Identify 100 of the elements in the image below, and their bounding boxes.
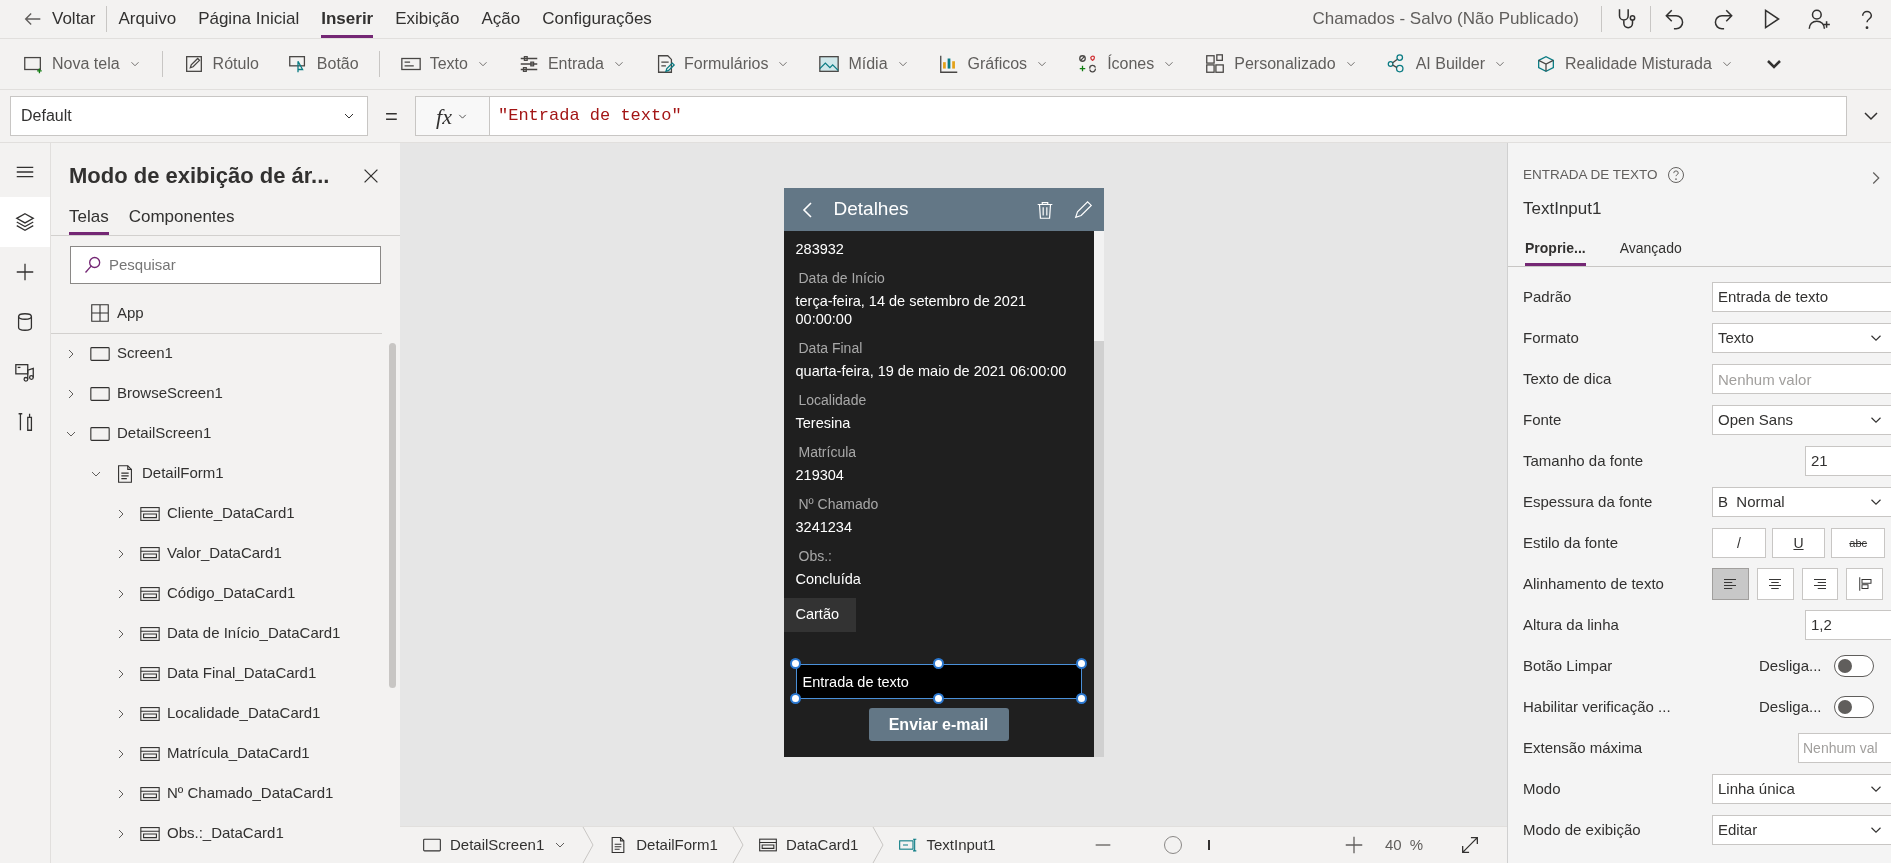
ribbon-button[interactable]: Personalizado: [1204, 52, 1358, 76]
app-icon: [89, 302, 111, 324]
function-button[interactable]: fx: [415, 96, 490, 136]
selection-handle[interactable]: [789, 658, 801, 669]
tree-item[interactable]: Código_DataCard1: [167, 582, 296, 605]
property-label: Extensão máxima: [1522, 737, 1644, 758]
field-label: Data de Início: [798, 269, 886, 287]
send-email-button[interactable]: Enviar e-mail: [868, 708, 1009, 741]
dropdown[interactable]: Editar: [1712, 815, 1891, 845]
ribbon-button[interactable]: Realidade Misturada: [1535, 52, 1734, 76]
panel-tab[interactable]: Proprie...: [1525, 237, 1586, 266]
tree-item[interactable]: Data Final_DataCard1: [167, 662, 317, 685]
toggle-switch[interactable]: [1833, 655, 1874, 677]
text-field[interactable]: Nenhum valor: [1712, 364, 1891, 394]
field-value: 3241234: [795, 518, 853, 536]
breadcrumb-item[interactable]: TextInput1: [898, 833, 996, 857]
align-button[interactable]: [1846, 568, 1883, 600]
property-label: Estilo da fonte: [1522, 532, 1620, 553]
control-name: TextInput1: [1522, 198, 1603, 220]
dropdown[interactable]: Linha única: [1712, 774, 1891, 804]
fit-to-window-icon[interactable]: [1459, 834, 1481, 856]
ribbon-button[interactable]: Botão: [286, 52, 359, 76]
ribbon-button[interactable]: Entrada: [517, 52, 626, 76]
tree-item[interactable]: Nº Chamado_DataCard1: [167, 782, 334, 805]
panel-tab[interactable]: Componentes: [128, 204, 235, 235]
breadcrumb-item[interactable]: DetailForm1: [608, 833, 718, 857]
zoom-value: 40: [1384, 834, 1402, 855]
panel-tab[interactable]: Telas: [69, 204, 109, 235]
equals-sign: =: [384, 102, 399, 131]
font-style-button[interactable]: /: [1712, 528, 1766, 558]
selection-handle[interactable]: [1075, 658, 1087, 669]
ribbon-button[interactable]: Formulários: [653, 52, 791, 76]
menu-tab[interactable]: Ação: [481, 0, 521, 38]
selection-handle[interactable]: [932, 693, 944, 704]
dropdown[interactable]: B Normal: [1712, 487, 1891, 517]
media-icon: [14, 361, 36, 383]
number-field[interactable]: 1,2: [1805, 610, 1891, 640]
field-label: Obs.:: [798, 547, 833, 565]
menu-tab[interactable]: Página Inicial: [198, 0, 300, 38]
slider-thumb[interactable]: [1164, 836, 1183, 854]
panel-title: Modo de exibição de ár...: [69, 162, 330, 190]
tree-item[interactable]: Obs.:_DataCard1: [167, 822, 284, 845]
toggle-switch[interactable]: [1833, 696, 1874, 718]
screen-title: Detalhes: [833, 197, 910, 222]
selection-handle[interactable]: [932, 658, 944, 669]
field-label: Localidade: [798, 391, 868, 409]
number-field[interactable]: 21: [1805, 446, 1891, 476]
control-type: ENTRADA DE TEXTO: [1523, 165, 1658, 184]
tree-item[interactable]: Matrícula_DataCard1: [167, 742, 310, 765]
layers-icon: [14, 211, 36, 233]
property-label: Fonte: [1522, 409, 1563, 430]
ribbon-button[interactable]: Ícones: [1077, 52, 1177, 76]
tree-item[interactable]: App: [117, 301, 144, 325]
font-style-button[interactable]: abc: [1831, 528, 1885, 558]
menu-tab[interactable]: Configurações: [542, 0, 652, 38]
toggle-state: Desliga...: [1759, 655, 1822, 676]
tree-item[interactable]: DetailForm1: [142, 462, 224, 485]
tree-item[interactable]: Screen1: [117, 342, 173, 365]
selection-handle[interactable]: [1075, 693, 1087, 704]
rail-button[interactable]: [0, 197, 50, 247]
tick-mark: [1207, 840, 1210, 850]
field-value: 283932: [795, 240, 845, 258]
font-style-button[interactable]: U: [1771, 528, 1826, 558]
ribbon-button[interactable]: Mídia: [818, 52, 910, 76]
tree-item[interactable]: Data de Início_DataCard1: [167, 622, 341, 645]
breadcrumb-item[interactable]: DataCard1: [757, 833, 859, 857]
menu-tab[interactable]: Arquivo: [118, 0, 177, 38]
tree-item[interactable]: Localidade_DataCard1: [167, 702, 321, 725]
ribbon-button[interactable]: Gráficos: [937, 52, 1050, 76]
help-icon[interactable]: [1666, 166, 1685, 184]
text-field[interactable]: Nenhum val: [1798, 733, 1891, 763]
tree-item[interactable]: DetailScreen1: [117, 422, 212, 445]
text-field[interactable]: Entrada de texto: [1712, 282, 1891, 312]
tree-item[interactable]: BrowseScreen1: [117, 382, 223, 405]
ribbon-button[interactable]: Rótulo: [182, 52, 259, 76]
formula-field[interactable]: "Entrada de texto": [490, 96, 1847, 136]
property-label: Modo: [1522, 778, 1562, 799]
scrollbar[interactable]: [389, 343, 396, 688]
panel-tab[interactable]: Avançado: [1619, 237, 1682, 266]
back-button[interactable]: Voltar: [22, 0, 96, 38]
search-field[interactable]: Pesquisar: [70, 245, 381, 284]
property-label: Tamanho da fonte: [1522, 450, 1645, 471]
tree-item[interactable]: Valor_DataCard1: [167, 542, 282, 565]
dropdown[interactable]: Texto: [1712, 323, 1891, 353]
tree-item[interactable]: Cliente_DataCard1: [167, 502, 295, 525]
menu-tab[interactable]: Exibição: [395, 0, 460, 38]
breadcrumb-item[interactable]: DetailScreen1: [422, 833, 569, 857]
text-input[interactable]: Entrada de texto: [795, 664, 1082, 699]
menu-tab[interactable]: Inserir: [321, 0, 374, 38]
selection-handle[interactable]: [789, 693, 801, 704]
scrollbar[interactable]: [1093, 231, 1104, 757]
field-label: Matrícula: [798, 443, 858, 461]
dropdown[interactable]: Open Sans: [1712, 405, 1891, 435]
align-button[interactable]: [1801, 568, 1839, 600]
ribbon-button[interactable]: AI Builder: [1385, 52, 1508, 76]
ribbon-button[interactable]: Texto: [399, 52, 490, 76]
align-button[interactable]: [1756, 568, 1794, 600]
property-dropdown[interactable]: Default: [10, 96, 368, 136]
align-button[interactable]: [1712, 568, 1749, 600]
ribbon-button[interactable]: Nova tela: [22, 52, 142, 76]
